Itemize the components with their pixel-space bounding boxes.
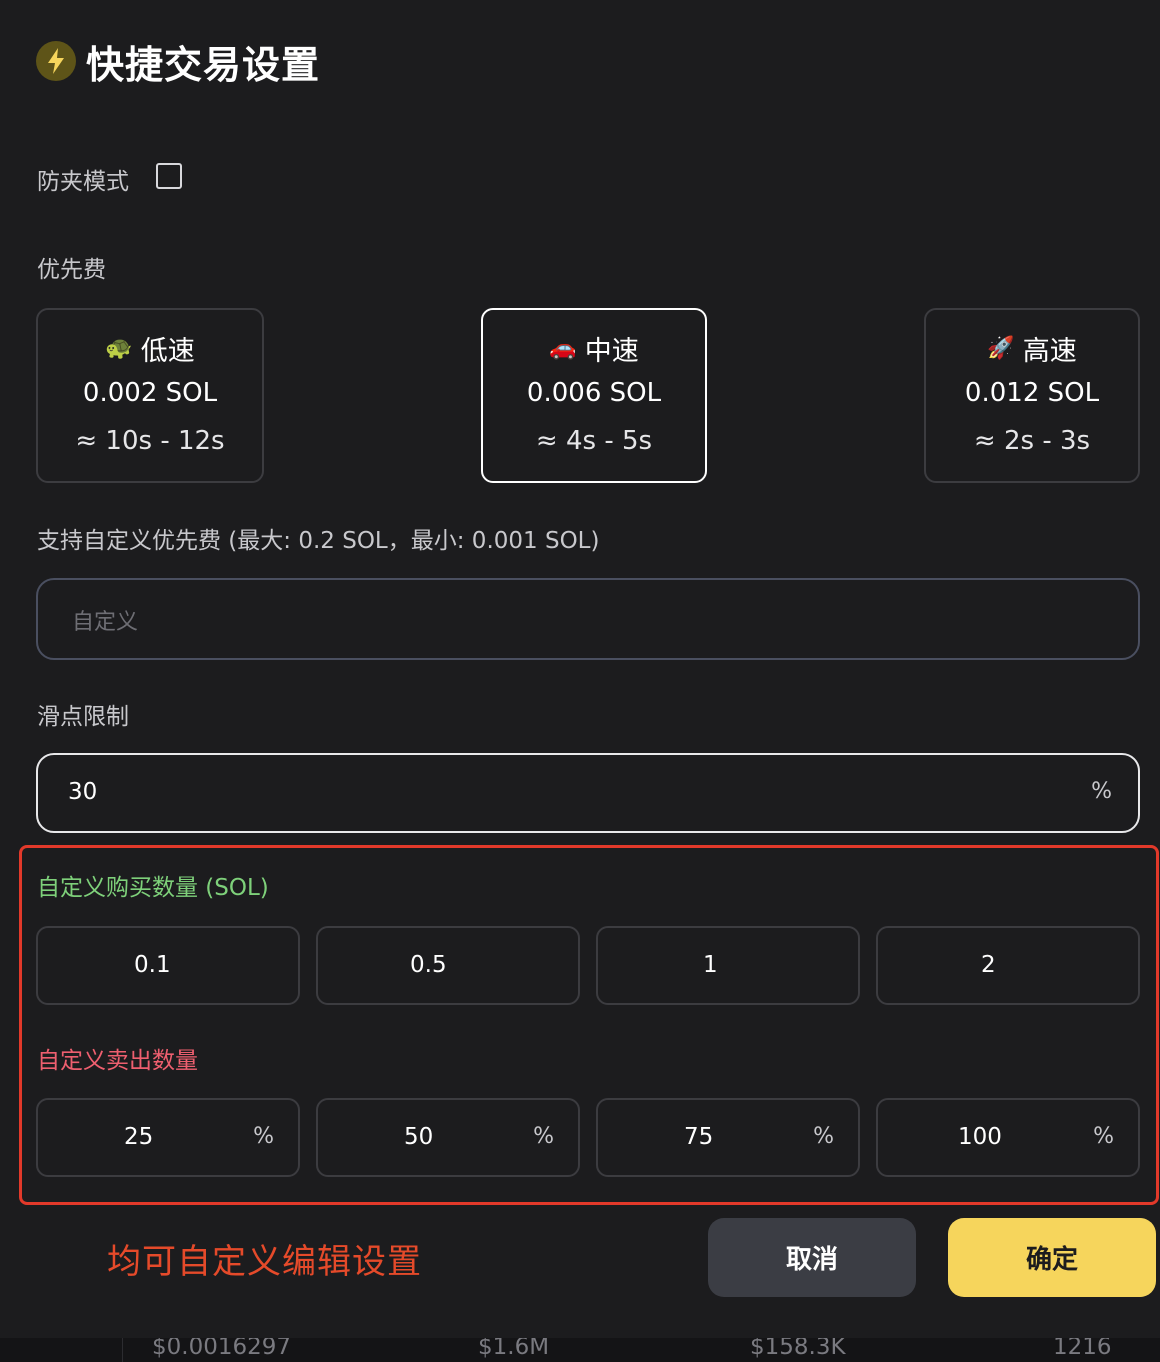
priority-fee-label: 优先费	[37, 257, 106, 283]
buy-amount-value: 0.5	[410, 952, 447, 978]
fee-option-name: 高速	[1022, 335, 1077, 367]
fee-option-amount: 0.012 SOL	[964, 378, 1100, 408]
fee-option-name: 中速	[584, 335, 639, 367]
sell-amount-input[interactable]: 100 %	[876, 1098, 1140, 1177]
sell-amount-input[interactable]: 50 %	[316, 1098, 580, 1177]
sell-amount-value: 50	[404, 1124, 434, 1150]
buy-amount-value: 1	[703, 952, 718, 978]
cancel-button[interactable]: 取消	[708, 1218, 916, 1297]
annotation-note: 均可自定义编辑设置	[107, 1242, 422, 1282]
anti-mev-checkbox[interactable]	[156, 163, 182, 189]
background-count: 1216	[1053, 1338, 1112, 1360]
fee-option-name: 低速	[140, 335, 195, 367]
fee-option-medium[interactable]: 🚗 中速 0.006 SOL ≈ 4s - 5s	[481, 308, 707, 483]
background-volume: $158.3K	[750, 1338, 846, 1360]
column-divider	[122, 1338, 123, 1362]
sell-amount-input[interactable]: 75 %	[596, 1098, 860, 1177]
dialog-title: 快捷交易设置	[86, 42, 321, 87]
slippage-unit: %	[1091, 779, 1112, 804]
custom-fee-hint: 支持自定义优先费 (最大: 0.2 SOL，最小: 0.001 SOL)	[37, 528, 600, 554]
anti-mev-label: 防夹模式	[37, 169, 129, 195]
sell-amount-unit: %	[253, 1124, 274, 1149]
sell-amount-value: 25	[124, 1124, 154, 1150]
fee-option-amount: 0.002 SOL	[82, 378, 218, 408]
fee-option-low[interactable]: 🐢 低速 0.002 SOL ≈ 10s - 12s	[36, 308, 264, 483]
buy-amount-input[interactable]: 2	[876, 926, 1140, 1005]
car-icon: 🚗	[549, 335, 577, 361]
sell-amount-input[interactable]: 25 %	[36, 1098, 300, 1177]
custom-fee-placeholder: 自定义	[72, 610, 139, 635]
dialog-header: 快捷交易设置	[36, 36, 321, 87]
buy-amount-input[interactable]: 0.1	[36, 926, 300, 1005]
fee-option-time: ≈ 10s - 12s	[75, 426, 225, 456]
turtle-icon: 🐢	[105, 335, 133, 361]
sell-amount-unit: %	[1093, 1124, 1114, 1149]
buy-amount-value: 0.1	[134, 952, 171, 978]
slippage-label: 滑点限制	[37, 704, 129, 730]
rocket-icon: 🚀	[987, 335, 1015, 361]
buy-amount-input[interactable]: 0.5	[316, 926, 580, 1005]
background-table-row: $0.0016297 $1.6M $158.3K 1216	[0, 1338, 1160, 1362]
background-price: $0.0016297	[152, 1338, 292, 1360]
slippage-input[interactable]: 30 %	[36, 753, 1140, 833]
buy-amounts-label: 自定义购买数量 (SOL)	[37, 875, 269, 901]
fee-option-time: ≈ 2s - 3s	[973, 426, 1091, 456]
sell-amounts-label: 自定义卖出数量	[37, 1048, 198, 1074]
confirm-button[interactable]: 确定	[948, 1218, 1156, 1297]
sell-amount-unit: %	[533, 1124, 554, 1149]
fee-option-high[interactable]: 🚀 高速 0.012 SOL ≈ 2s - 3s	[924, 308, 1140, 483]
custom-fee-input[interactable]: 自定义	[36, 578, 1140, 660]
sell-amount-value: 100	[958, 1124, 1002, 1150]
buy-amount-input[interactable]: 1	[596, 926, 860, 1005]
sell-amount-value: 75	[684, 1124, 714, 1150]
lightning-bolt-icon	[36, 41, 76, 81]
background-market-cap: $1.6M	[478, 1338, 550, 1360]
fee-option-time: ≈ 4s - 5s	[535, 426, 653, 456]
fee-option-amount: 0.006 SOL	[526, 378, 662, 408]
buy-amount-value: 2	[981, 952, 996, 978]
sell-amount-unit: %	[813, 1124, 834, 1149]
slippage-value: 30	[68, 779, 98, 805]
